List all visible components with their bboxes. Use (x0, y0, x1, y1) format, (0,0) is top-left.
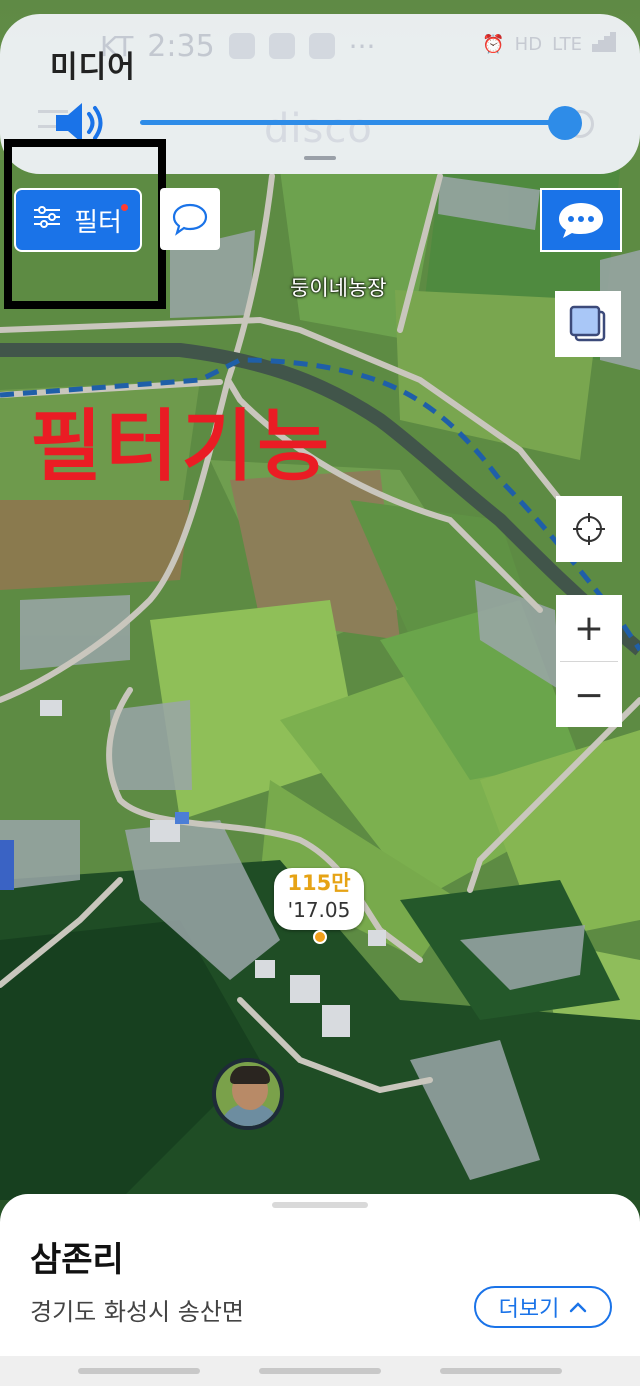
panel-drag-handle[interactable] (304, 156, 336, 160)
annotation-text: 필터기능 (30, 402, 334, 492)
listing-price: 115만 (287, 871, 351, 895)
more-label: 더보기 (498, 1297, 560, 1322)
app-title: disco (264, 106, 373, 152)
volume-label: 미디어 (50, 50, 136, 85)
message-bubble-icon (559, 203, 603, 238)
status-indicators: ⏰ HD LTE (482, 32, 616, 57)
volume-slider-track[interactable] (140, 120, 566, 125)
nav-back-button[interactable] (440, 1368, 562, 1374)
network-label: LTE (552, 34, 582, 55)
crosshair-icon (573, 513, 605, 545)
place-name: 삼존리 (30, 1240, 124, 1280)
zoom-in-button[interactable]: + (556, 595, 622, 661)
listing-marker[interactable]: 115만 '17.05 (274, 868, 364, 930)
filter-button[interactable]: 필터 (14, 188, 142, 252)
volume-slider-thumb[interactable] (548, 106, 582, 140)
notification-icon (228, 33, 255, 59)
place-address: 경기도 화성시 송산면 (30, 1298, 244, 1326)
filter-label: 필터 (74, 207, 122, 238)
alarm-icon: ⏰ (482, 34, 505, 55)
zoom-controls: + − (556, 595, 622, 727)
message-button[interactable] (540, 188, 622, 252)
speech-bubble-icon (172, 203, 208, 236)
chevron-up-icon (570, 1302, 587, 1313)
hd-badge: HD (514, 34, 543, 55)
zoom-out-button[interactable]: − (556, 662, 622, 728)
more-notifications-icon: ··· (348, 29, 376, 63)
signal-icon (592, 32, 616, 57)
farm-place-label[interactable]: 둥이네농장 (290, 272, 387, 302)
status-time: 2:35 (147, 28, 215, 64)
nav-recent-button[interactable] (78, 1368, 200, 1374)
filter-active-dot (121, 204, 128, 211)
chat-notification-icon (308, 33, 335, 59)
speech-bubble-button[interactable] (160, 188, 220, 250)
nav-home-button[interactable] (259, 1368, 381, 1374)
listing-pin-icon[interactable] (313, 930, 327, 944)
listing-date: '17.05 (287, 898, 351, 922)
layers-button[interactable] (555, 291, 621, 357)
more-button[interactable]: 더보기 (474, 1286, 612, 1328)
locate-button[interactable] (556, 496, 622, 562)
sheet-drag-handle[interactable] (272, 1202, 368, 1208)
system-nav-bar (0, 1356, 640, 1386)
home-icon (268, 33, 295, 59)
sliders-icon (34, 205, 61, 235)
layers-icon (569, 305, 606, 342)
user-avatar[interactable] (212, 1058, 284, 1130)
